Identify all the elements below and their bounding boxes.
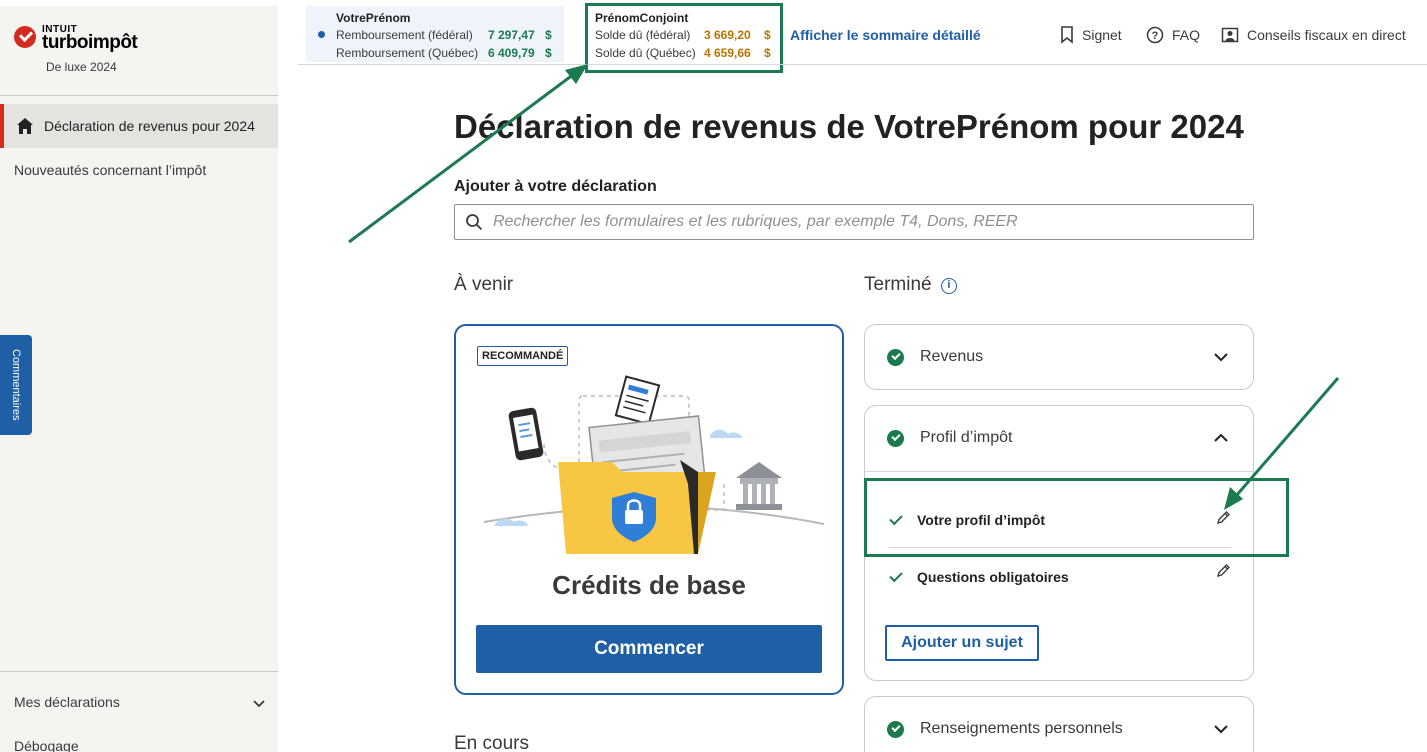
check-icon: [889, 568, 903, 582]
sidebar: INTUIT turboimpôt De luxe 2024 Déclarati…: [0, 6, 278, 752]
sidebar-divider: [0, 95, 278, 96]
faq-button[interactable]: ? FAQ: [1146, 26, 1200, 44]
svg-text:?: ?: [1152, 30, 1159, 42]
pencil-icon[interactable]: [1216, 563, 1231, 578]
currency-symbol: $: [764, 46, 771, 60]
bookmark-icon: [1061, 26, 1073, 44]
done-heading-wrap: Terminé i: [864, 274, 957, 296]
accordion-title: Renseignements personnels: [920, 720, 1123, 737]
faq-label: FAQ: [1172, 27, 1201, 43]
quebec-refund-amount: 6 409,79: [488, 46, 535, 60]
app-window: INTUIT turboimpôt De luxe 2024 Déclarati…: [0, 0, 1427, 752]
upcoming-heading: À venir: [454, 274, 514, 295]
sidebar-item-tax-news[interactable]: Nouveautés concernant l’impôt: [14, 162, 206, 178]
chevron-down-icon[interactable]: [1213, 721, 1229, 737]
expert-avatar-icon: [1221, 27, 1239, 43]
accordion-revenus[interactable]: Revenus: [864, 324, 1254, 390]
highlight-box: [864, 478, 1289, 557]
recommended-badge: RECOMMANDÉ: [477, 346, 569, 366]
bookmark-button[interactable]: Signet: [1060, 26, 1122, 44]
refund-summary-primary[interactable]: VotrePrénom Remboursement (fédéral) 7 29…: [306, 6, 564, 62]
recommended-card: RECOMMANDÉ Crédits de base Commencer: [454, 324, 844, 695]
logo-product-text: turboimpôt: [42, 32, 138, 53]
topic-label: Questions obligatoires: [917, 569, 1069, 585]
accordion-header[interactable]: Profil d’impôt: [865, 406, 1253, 470]
accordion-personal-info[interactable]: Renseignements personnels: [864, 696, 1254, 752]
add-to-return-label: Ajouter à votre déclaration: [454, 178, 657, 195]
search-box[interactable]: [454, 204, 1254, 240]
check-circle-icon: [887, 720, 904, 738]
product-edition: De luxe 2024: [46, 60, 117, 74]
check-circle-icon: [887, 348, 904, 366]
currency-symbol: $: [545, 28, 552, 42]
bookmark-label: Signet: [1082, 27, 1122, 43]
federal-balance-amount: 3 669,20: [704, 28, 751, 42]
accordion-divider: [865, 471, 1253, 472]
done-heading: Terminé: [864, 274, 932, 295]
accordion-header[interactable]: Revenus: [865, 325, 1253, 389]
home-icon: [17, 118, 33, 134]
active-person-dot: [318, 31, 325, 38]
header-divider: [298, 64, 1427, 65]
live-advice-label: Conseils fiscaux en direct: [1247, 27, 1406, 43]
sidebar-item-debug[interactable]: Débogage: [14, 738, 79, 752]
list-item[interactable]: Questions obligatoires: [889, 564, 1231, 585]
currency-symbol: $: [545, 46, 552, 60]
accordion-title: Profil d’impôt: [920, 429, 1013, 446]
sidebar-item-label: Déclaration de revenus pour 2024: [44, 118, 255, 134]
live-advice-button[interactable]: Conseils fiscaux en direct: [1221, 26, 1406, 44]
currency-symbol: $: [764, 28, 771, 42]
check-circle-icon: [887, 429, 904, 447]
search-input[interactable]: [493, 213, 1253, 231]
federal-refund-label: Remboursement (fédéral): [336, 28, 473, 42]
start-button[interactable]: Commencer: [476, 625, 822, 673]
quebec-balance-label: Solde dû (Québec): [595, 46, 696, 60]
folder-illustration: [484, 375, 824, 554]
page-title: Déclaration de revenus de VotrePrénom po…: [454, 108, 1244, 145]
balance-summary-spouse[interactable]: PrénomConjoint Solde dû (fédéral) 3 669,…: [585, 3, 783, 73]
spouse-name: PrénomConjoint: [595, 11, 689, 25]
feedback-tab[interactable]: Commentaires: [0, 335, 32, 435]
sidebar-item-my-returns[interactable]: Mes déclarations: [14, 694, 120, 710]
info-icon[interactable]: i: [940, 278, 957, 294]
logo-check-icon: [14, 26, 36, 48]
chevron-down-icon[interactable]: [1213, 349, 1229, 365]
accordion-title: Revenus: [920, 348, 984, 365]
sidebar-item-tax-return[interactable]: Déclaration de revenus pour 2024: [0, 104, 278, 148]
accordion-header[interactable]: Renseignements personnels: [865, 697, 1253, 752]
chevron-up-icon[interactable]: [1213, 430, 1229, 446]
federal-refund-amount: 7 297,47: [488, 28, 535, 42]
quebec-balance-amount: 4 659,66: [704, 46, 751, 60]
detailed-summary-link[interactable]: Afficher le sommaire détaillé: [790, 27, 981, 43]
in-progress-heading: En cours: [454, 733, 529, 752]
federal-balance-label: Solde dû (fédéral): [595, 28, 691, 42]
sidebar-divider: [0, 671, 278, 672]
add-topic-button[interactable]: Ajouter un sujet: [885, 625, 1039, 661]
chevron-down-icon[interactable]: [252, 696, 266, 710]
primary-taxpayer-name: VotrePrénom: [336, 11, 411, 25]
search-icon: [466, 214, 483, 231]
quebec-refund-label: Remboursement (Québec): [336, 46, 479, 60]
question-icon: ?: [1146, 26, 1164, 44]
card-title: Crédits de base: [552, 570, 746, 600]
feedback-tab-label: Commentaires: [10, 349, 22, 421]
